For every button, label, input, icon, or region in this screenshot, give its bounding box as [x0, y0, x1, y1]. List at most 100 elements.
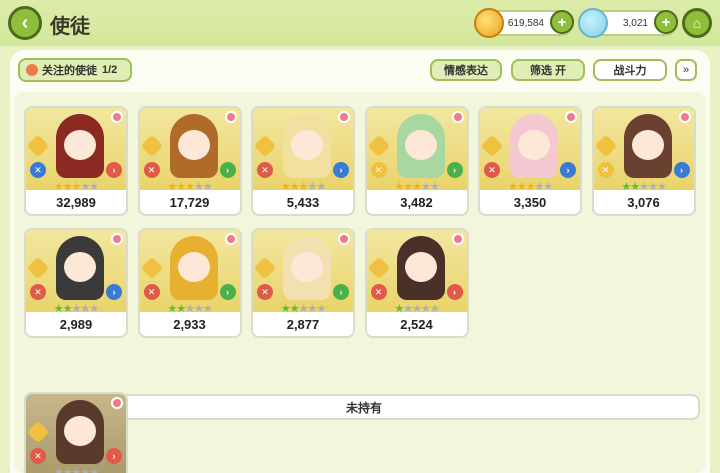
class-icon: ✕: [370, 284, 387, 300]
star-empty-icon: ★: [656, 181, 667, 193]
apostle-card[interactable]: ✕ › ★★★★★ 2,524: [364, 228, 469, 338]
flower-icon: [111, 233, 123, 245]
flower-icon: [678, 111, 691, 123]
apostle-face: [64, 416, 96, 446]
star-filled-icon: ★: [62, 181, 73, 193]
star-empty-icon: ★: [307, 303, 317, 315]
heart-icon: [26, 64, 38, 76]
class-icon: ✕: [143, 162, 160, 178]
star-empty-icon: ★: [80, 181, 90, 193]
gold-coin-icon: [474, 8, 504, 38]
class-icon: ✕: [30, 162, 46, 178]
chevron-left-icon: ‹: [21, 11, 29, 34]
flower-icon: [111, 111, 123, 123]
add-gold-button[interactable]: +: [550, 10, 574, 34]
star-filled-icon: ★: [62, 303, 73, 315]
star-filled-icon: ★: [412, 181, 422, 193]
combat-power: 2,877: [286, 317, 320, 332]
flower-icon: [111, 397, 123, 409]
emotion-button[interactable]: 情感表达: [430, 59, 502, 81]
combat-power: 3,482: [400, 195, 433, 210]
apostle-card[interactable]: ✕ › ★★★★★ 2,989: [24, 228, 128, 338]
class-icon: ✕: [484, 162, 500, 178]
star-empty-icon: ★: [412, 303, 422, 315]
apostle-card[interactable]: ✕ › ★★★★★ 32,989: [24, 106, 128, 216]
sort-power-button[interactable]: 战斗力: [593, 59, 667, 81]
star-empty-icon: ★: [89, 467, 99, 473]
flower-icon: [338, 111, 350, 123]
not-owned-divider: 未持有: [28, 394, 700, 420]
apostle-face: [177, 130, 210, 160]
combat-power: 2,989: [59, 317, 93, 332]
apostle-card-not-owned[interactable]: ✕ › ★★★★★: [24, 392, 128, 473]
type-icon: ›: [106, 162, 122, 178]
type-icon: ›: [106, 448, 122, 464]
combat-power: 3,076: [627, 195, 660, 210]
element-icon: [26, 256, 50, 280]
apostle-face: [404, 252, 437, 282]
apostle-portrait-bg: ✕ ›: [366, 108, 467, 190]
butterfly-gem-icon: [578, 8, 608, 38]
star-filled-icon: ★: [394, 181, 404, 193]
class-icon: ✕: [597, 162, 614, 178]
type-icon: ›: [446, 162, 463, 178]
home-icon: ⌂: [692, 15, 702, 31]
element-icon: [480, 134, 504, 158]
flower-icon: [338, 233, 350, 245]
add-gem-button[interactable]: +: [654, 10, 678, 34]
class-icon: ✕: [257, 284, 273, 300]
star-empty-icon: ★: [193, 303, 204, 315]
apostle-face: [518, 130, 550, 160]
apostle-portrait-bg: ✕ ›: [26, 108, 126, 190]
home-button[interactable]: ⌂: [682, 8, 712, 38]
favorite-apostles-button[interactable]: 关注的使徒 1/2: [18, 58, 132, 82]
apostle-card[interactable]: ✕ › ★★★★★ 3,482: [364, 106, 469, 216]
star-empty-icon: ★: [202, 181, 213, 193]
apostle-card[interactable]: ✕ › ★★★★★ 3,076: [591, 106, 696, 216]
star-filled-icon: ★: [507, 181, 518, 193]
star-empty-icon: ★: [429, 303, 440, 315]
element-icon: [253, 256, 277, 280]
element-icon: [26, 420, 50, 444]
star-filled-icon: ★: [630, 181, 640, 193]
star-empty-icon: ★: [80, 303, 90, 315]
star-empty-icon: ★: [316, 181, 326, 193]
apostle-card[interactable]: ✕ › ★★★★★ 2,877: [251, 228, 355, 338]
apostle-card[interactable]: ✕ › ★★★★★ 5,433: [251, 106, 355, 216]
star-rating: ★★★★★: [26, 180, 126, 193]
apostle-portrait-bg: ✕ ›: [593, 108, 694, 190]
apostle-card[interactable]: ✕ › ★★★★★ 2,933: [137, 228, 242, 338]
back-button[interactable]: ‹: [8, 6, 42, 40]
filter-button[interactable]: 筛选 开: [511, 59, 585, 81]
class-icon: ✕: [370, 162, 387, 178]
element-icon: [367, 256, 390, 280]
apostle-card[interactable]: ✕ › ★★★★★ 3,350: [478, 106, 582, 216]
combat-power: 17,729: [169, 195, 210, 210]
star-rating: ★★★★★: [253, 302, 353, 315]
star-filled-icon: ★: [176, 303, 186, 315]
expand-button[interactable]: »: [675, 59, 697, 81]
apostle-card[interactable]: ✕ › ★★★★★ 17,729: [137, 106, 242, 216]
apostle-portrait-bg: ✕ ›: [253, 108, 353, 190]
star-filled-icon: ★: [167, 303, 177, 315]
combat-power: 2,933: [173, 317, 206, 332]
star-empty-icon: ★: [647, 181, 658, 193]
type-icon: ›: [219, 162, 236, 178]
class-icon: ✕: [143, 284, 160, 300]
apostle-panel: 关注的使徒 1/2 情感表达 筛选 开 战斗力 » ✕ › ★★★★★ 32,989 ✕…: [10, 50, 710, 473]
apostle-face: [631, 130, 664, 160]
element-icon: [594, 134, 617, 158]
star-rating: ★★★★★: [26, 302, 126, 315]
flower-icon: [451, 111, 464, 123]
star-rating: ★★★★★: [594, 180, 694, 193]
star-empty-icon: ★: [193, 181, 204, 193]
type-icon: ›: [219, 284, 236, 300]
star-empty-icon: ★: [316, 303, 326, 315]
apostle-portrait-bg: ✕ ›: [366, 230, 467, 312]
star-filled-icon: ★: [176, 181, 186, 193]
star-filled-icon: ★: [280, 303, 291, 315]
gem-amount: 3,021: [622, 17, 648, 29]
top-bar: ‹ 使徒 619,584 + 3,021 + ⌂: [0, 0, 720, 46]
favorite-label: 关注的使徒: [42, 65, 97, 77]
star-empty-icon: ★: [185, 303, 195, 315]
